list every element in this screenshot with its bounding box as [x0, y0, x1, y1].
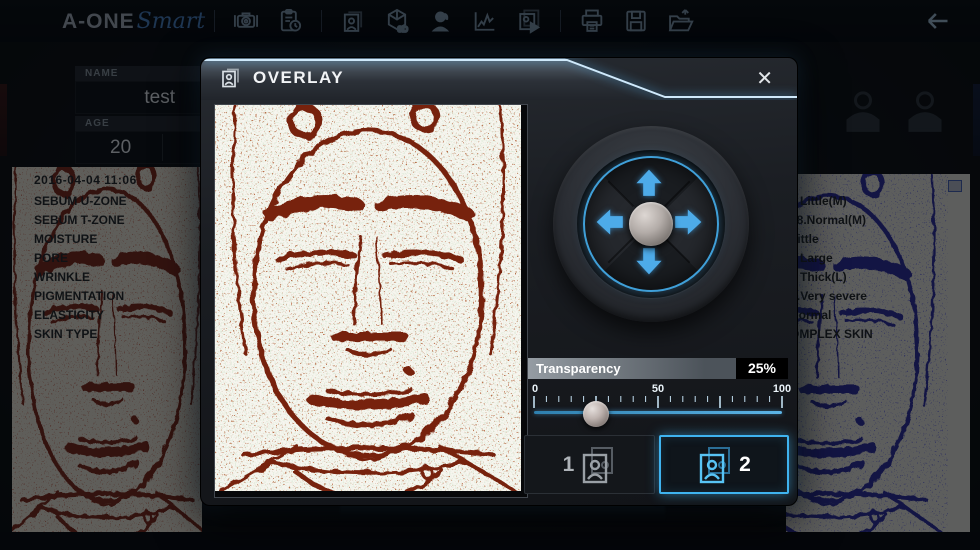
- ruler-label-50: 50: [652, 383, 664, 395]
- photo-stack-icon: [697, 445, 733, 485]
- dpad-up-arrow[interactable]: [636, 170, 661, 196]
- transparency-slider-knob[interactable]: [583, 401, 609, 427]
- dpad-down-arrow[interactable]: [636, 248, 661, 274]
- transparency-bar: Transparency 25%: [528, 358, 788, 379]
- position-dpad: [553, 126, 749, 322]
- photo-stack-icon: [580, 445, 616, 485]
- dialog-header: OVERLAY ✕: [201, 58, 797, 100]
- transparency-ruler: 0 50 100: [528, 382, 788, 410]
- image-2-button[interactable]: 2: [659, 435, 789, 494]
- image-1-button[interactable]: 1: [524, 435, 655, 494]
- dpad-inner-disc: [583, 156, 719, 292]
- transparency-label: Transparency: [528, 358, 736, 379]
- ruler-label-100: 100: [773, 383, 791, 395]
- image-1-label: 1: [563, 453, 575, 477]
- overlay-photo-icon: [219, 66, 243, 90]
- transparency-slider-track[interactable]: [534, 411, 782, 414]
- dpad-right-arrow[interactable]: [675, 209, 701, 234]
- dpad-left-arrow[interactable]: [597, 209, 623, 234]
- app-window: A-ONESmart: [0, 0, 980, 550]
- dpad-center-knob[interactable]: [629, 202, 673, 246]
- transparency-value: 25%: [736, 358, 788, 379]
- overlay-dialog: OVERLAY ✕: [200, 57, 798, 506]
- close-icon[interactable]: ✕: [752, 65, 777, 93]
- overlay-image-panel: [214, 104, 528, 498]
- ruler-label-0: 0: [532, 383, 538, 395]
- image-2-label: 2: [739, 453, 751, 477]
- dialog-title: OVERLAY: [253, 68, 344, 88]
